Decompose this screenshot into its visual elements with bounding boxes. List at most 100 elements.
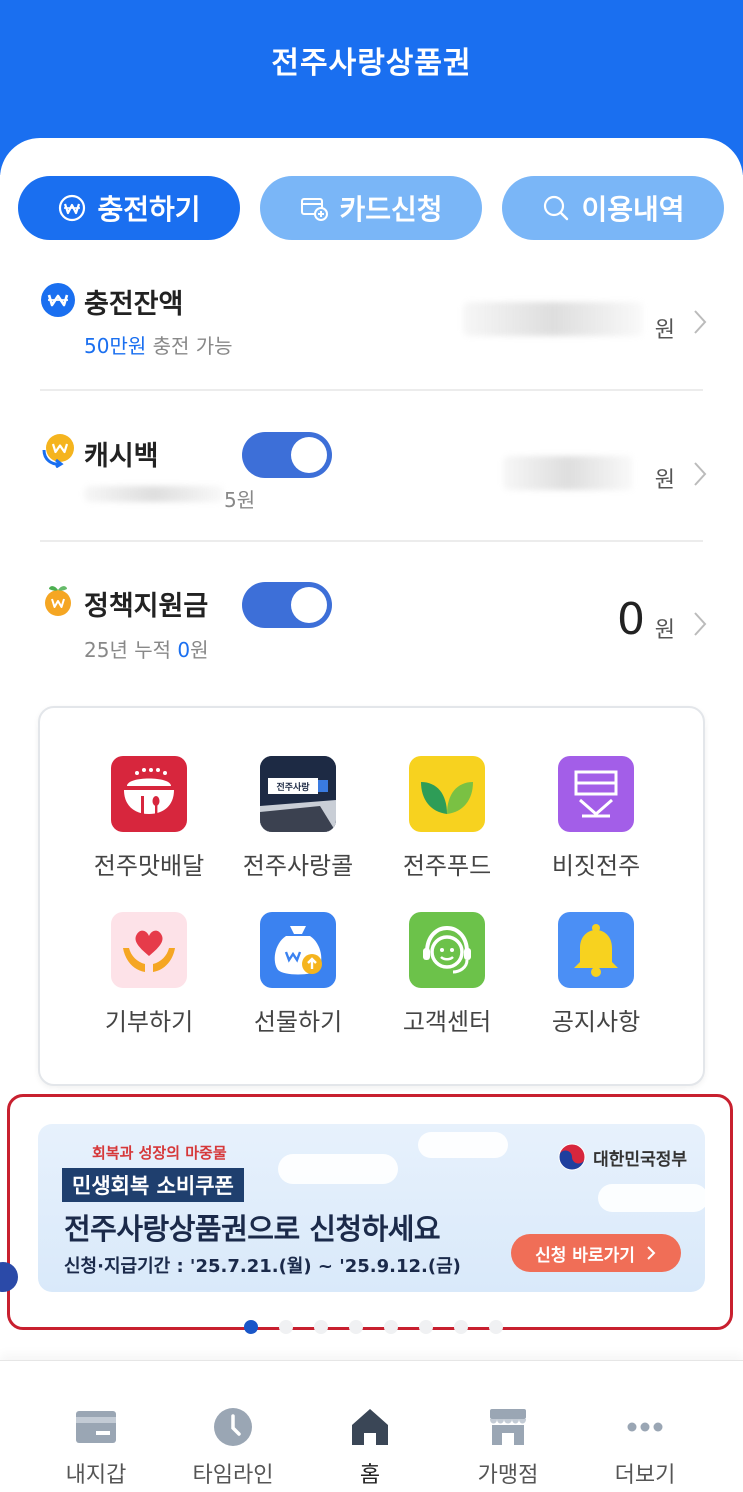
page-dot[interactable] [314, 1320, 328, 1334]
wallet-icon [76, 1411, 116, 1443]
chevron-right-icon [647, 1246, 656, 1260]
gift-bag-icon [260, 912, 336, 988]
promo-banner[interactable]: 회복과 성장의 마중물 민생회복 소비쿠폰 전주사랑상품권으로 신청하세요 신청… [38, 1124, 705, 1292]
charge-button-label: 충전하기 [97, 193, 201, 226]
policy-fund-sub: 25년 누적 0원 [84, 638, 209, 662]
nav-label: 타임라인 [192, 1463, 274, 1488]
policy-fund-row[interactable]: 정책지원금 25년 누적 0원 0 원 [40, 582, 707, 662]
menu-label: 공지사항 [551, 1008, 641, 1036]
app-title: 전주사랑상품권 [271, 46, 472, 81]
banner-tag: 민생회복 소비쿠폰 [62, 1168, 244, 1202]
banner-apply-label: 신청 바로가기 [535, 1245, 635, 1266]
banner-pagination [244, 1320, 503, 1334]
nav-wallet[interactable]: 내지갑 [22, 1405, 170, 1489]
menu-item-notice[interactable]: 공지사항 [521, 912, 671, 1037]
cashback-sub: 5원 [224, 488, 256, 512]
menu-item-food-delivery[interactable]: 전주맛배달 [74, 756, 224, 881]
balance-title: 충전잔액 [84, 289, 184, 320]
cloud [598, 1184, 705, 1212]
bottom-navigation: 내지갑 타임라인 홈 가맹점 더보기 [0, 1360, 743, 1492]
menu-label: 비짓전주 [551, 852, 641, 880]
menu-label: 전주사랑콜 [242, 852, 354, 880]
charge-limit: 50만원 [84, 334, 147, 358]
menu-item-taxi-call[interactable]: 전주사랑 전주사랑콜 [223, 756, 373, 881]
redacted-amount [463, 302, 643, 336]
government-logo: 대한민국정부 [557, 1142, 687, 1172]
clock-icon [214, 1408, 252, 1446]
redacted-amount [503, 456, 633, 490]
history-button-label: 이용내역 [581, 193, 685, 226]
cloud [418, 1132, 508, 1158]
chevron-right-icon [694, 612, 707, 636]
chevron-right-icon [694, 310, 707, 334]
toggle-knob [291, 437, 327, 473]
nav-label: 홈 [359, 1463, 381, 1488]
page-dot[interactable] [244, 1320, 258, 1334]
nav-more[interactable]: 더보기 [571, 1405, 719, 1489]
divider [40, 540, 703, 542]
menu-item-donation[interactable]: 기부하기 [74, 912, 224, 1037]
menu-label: 전주푸드 [402, 852, 492, 880]
page-dot[interactable] [419, 1320, 433, 1334]
food-delivery-icon [111, 756, 187, 832]
sprout-coin-icon [45, 586, 71, 616]
taxi-call-icon: 전주사랑 [260, 756, 336, 832]
menu-label: 기부하기 [104, 1008, 194, 1036]
policy-fund-title: 정책지원금 [84, 591, 209, 622]
menu-label: 고객센터 [402, 1008, 492, 1036]
balance-unit: 원 [654, 318, 675, 343]
charge-button[interactable]: 충전하기 [18, 176, 240, 240]
page-dot[interactable] [349, 1320, 363, 1334]
menu-label: 전주맛배달 [93, 852, 205, 880]
card-apply-button-label: 카드신청 [339, 193, 443, 226]
menu-item-visit-jeonju[interactable]: 비짓전주 [521, 756, 671, 881]
toggle-knob [291, 587, 327, 623]
history-button[interactable]: 이용내역 [502, 176, 724, 240]
nav-store[interactable]: 가맹점 [434, 1405, 582, 1489]
svg-text:전주사랑: 전주사랑 [276, 781, 310, 793]
policy-fund-amount: 0 [617, 594, 645, 645]
visit-jeonju-icon [558, 756, 634, 832]
cashback-row[interactable]: 캐시백 5원 원 [40, 432, 707, 512]
won-circle-icon [59, 194, 86, 222]
banner-period: 신청·지급기간 : '25.7.21.(월) ~ '25.9.12.(금) [64, 1256, 461, 1277]
nav-label: 더보기 [614, 1463, 676, 1488]
card-plus-icon [301, 198, 329, 221]
balance-sub: 50만원 충전 가능 [84, 334, 233, 358]
banner-apply-button[interactable]: 신청 바로가기 [511, 1234, 681, 1272]
cloud [278, 1154, 398, 1184]
leaf-icon [409, 756, 485, 832]
menu-item-gift[interactable]: 선물하기 [223, 912, 373, 1037]
search-icon [544, 195, 569, 221]
headset-icon [409, 912, 485, 988]
divider [40, 389, 703, 391]
page-dot[interactable] [384, 1320, 398, 1334]
page-dot[interactable] [454, 1320, 468, 1334]
menu-item-jeonju-food[interactable]: 전주푸드 [372, 756, 522, 881]
nav-label: 내지갑 [65, 1463, 127, 1488]
bell-icon [558, 912, 634, 988]
store-icon [490, 1409, 526, 1445]
cashback-icon [42, 434, 74, 468]
page-dot[interactable] [489, 1320, 503, 1334]
cashback-unit: 원 [654, 468, 675, 493]
card-apply-button[interactable]: 카드신청 [260, 176, 482, 240]
taegeuk-icon [558, 1143, 586, 1171]
donation-heart-icon [111, 912, 187, 988]
government-label: 대한민국정부 [593, 1149, 687, 1170]
menu-label: 선물하기 [253, 1008, 343, 1036]
service-menu-card: 전주맛배달 전주사랑 전주사랑콜 전주푸드 비짓전주 기부하기 선물하기 고객센… [38, 706, 705, 1086]
nav-home[interactable]: 홈 [296, 1405, 444, 1489]
banner-headline: 전주사랑상품권으로 신청하세요 [64, 1212, 441, 1246]
more-icon [627, 1422, 663, 1432]
menu-item-customer-center[interactable]: 고객센터 [372, 912, 522, 1037]
banner-kicker: 회복과 성장의 마중물 [92, 1144, 227, 1162]
nav-timeline[interactable]: 타임라인 [159, 1405, 307, 1489]
policy-fund-toggle[interactable] [242, 582, 332, 628]
cashback-toggle[interactable] [242, 432, 332, 478]
policy-fund-unit: 원 [654, 618, 675, 643]
balance-row[interactable]: 충전잔액 50만원 충전 가능 원 [40, 282, 707, 372]
page-dot[interactable] [279, 1320, 293, 1334]
nav-label: 가맹점 [477, 1463, 539, 1488]
redacted-sub [84, 486, 224, 502]
